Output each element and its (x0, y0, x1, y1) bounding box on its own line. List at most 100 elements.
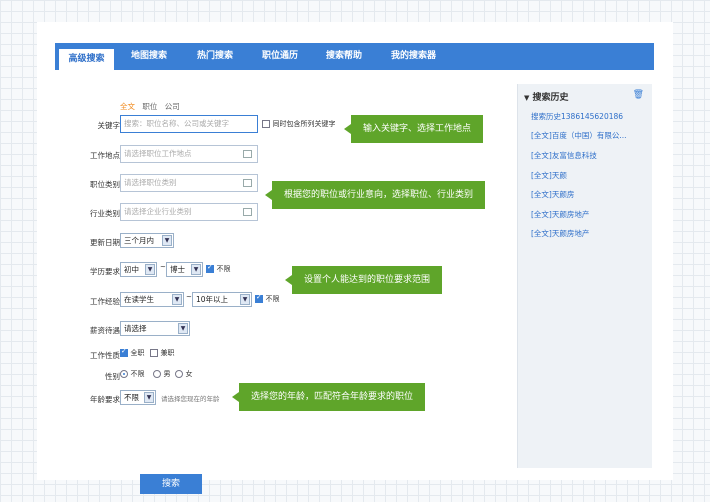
tab-my-searcher[interactable]: 我的搜索器 (391, 43, 436, 70)
keyword-option-checkbox[interactable] (262, 120, 270, 128)
tab-bar: 高级搜索 地图搜索 热门搜索 职位通历 搜索帮助 我的搜索器 (55, 43, 654, 70)
history-item[interactable]: [全文]天颜房地产 (531, 209, 589, 220)
scope-selector: 全文 职位 公司 (120, 101, 180, 112)
gender-female-radio[interactable] (175, 370, 183, 378)
row-location: 工作地点 请选择职位工作地点 (55, 145, 535, 165)
history-item[interactable]: [全文]天颜房 (531, 189, 574, 200)
search-card: 高级搜索 地图搜索 热门搜索 职位通历 搜索帮助 我的搜索器 全文 职位 公司 … (37, 22, 673, 494)
gender-female[interactable]: 女 (175, 369, 193, 379)
scope-position[interactable]: 职位 (142, 102, 157, 111)
edu-from-value: 初中 (124, 265, 139, 274)
tip-requirements-range: 设置个人能达到的职位要求范围 (284, 266, 443, 294)
update-select[interactable]: 三个月内 ▼ (120, 233, 174, 248)
chevron-down-icon: ▼ (172, 294, 182, 305)
history-item[interactable]: 搜索历史1386145620186 (531, 111, 623, 122)
row-update-date: 更新日期 三个月内 ▼ (55, 232, 535, 252)
salary-select[interactable]: 请选择 ▼ (120, 321, 190, 336)
edu-label: 学历要求 (90, 267, 120, 276)
tab-search-help[interactable]: 搜索帮助 (326, 43, 362, 70)
location-label: 工作地点 (90, 151, 120, 160)
update-label: 更新日期 (90, 238, 120, 247)
nature-full[interactable]: 全职 (120, 347, 145, 358)
exp-from-value: 在读学生 (124, 295, 154, 304)
gender-male[interactable]: 男 (153, 369, 171, 379)
row-experience: 工作经验 在读学生 ▼ ~ 10年以上 ▼ 不限 (55, 291, 535, 311)
nature-full-checkbox[interactable] (120, 347, 128, 357)
gender-male-radio[interactable] (153, 370, 161, 378)
chevron-down-icon: ▼ (145, 264, 155, 275)
gender-label: 性别 (105, 372, 120, 381)
gender-female-label: 女 (185, 370, 193, 378)
search-button[interactable]: 搜索 (140, 474, 202, 494)
edu-to-select[interactable]: 博士 ▼ (166, 262, 203, 277)
edu-from-select[interactable]: 初中 ▼ (120, 262, 157, 277)
age-label: 年龄要求 (90, 395, 120, 404)
history-item[interactable]: [全文]天颜房地产 (531, 228, 589, 239)
update-value: 三个月内 (124, 236, 154, 245)
history-title: 搜索历史 (532, 93, 569, 103)
exp-unlimited-checkbox[interactable] (255, 293, 263, 303)
salary-label: 薪资待遇 (90, 326, 120, 335)
age-hint: 请选择您现在的年龄 (161, 395, 220, 403)
age-select[interactable]: 不限 ▼ (120, 390, 156, 405)
tab-advanced-search[interactable]: 高级搜索 (59, 49, 114, 70)
tab-position-history[interactable]: 职位通历 (262, 43, 298, 70)
tab-hot-search[interactable]: 热门搜索 (197, 43, 233, 70)
trash-icon[interactable]: 🗑 (633, 90, 644, 100)
age-value: 不限 (124, 393, 139, 402)
chevron-down-icon: ▼ (240, 294, 250, 305)
keyword-input[interactable]: 搜索：职位名称、公司或关键字 (120, 115, 258, 133)
exp-unlimited[interactable]: 不限 (255, 293, 280, 304)
history-item[interactable]: [全文]百度（中国）有限公... (531, 130, 627, 141)
edu-unlimited-checkbox[interactable] (206, 263, 214, 273)
edu-unlimited[interactable]: 不限 (206, 263, 231, 274)
row-salary: 薪资待遇 请选择 ▼ (55, 320, 535, 340)
industry-picker-icon[interactable] (243, 208, 252, 216)
category-label: 职位类别 (90, 180, 120, 189)
chevron-down-icon: ▼ (144, 392, 154, 403)
edu-to-value: 博士 (170, 265, 185, 274)
tip-keyword-location: 输入关键字、选择工作地点 (343, 115, 484, 143)
salary-value: 请选择 (124, 324, 147, 333)
search-history-panel: ▼ 搜索历史 🗑 搜索历史1386145620186 [全文]百度（中国）有限公… (517, 84, 652, 468)
edu-separator: ~ (160, 263, 166, 271)
chevron-down-icon: ▼ (162, 235, 172, 246)
exp-to-value: 10年以上 (196, 295, 229, 304)
location-picker-icon[interactable] (243, 150, 252, 158)
category-picker-icon[interactable] (243, 179, 252, 187)
nature-part[interactable]: 兼职 (150, 348, 175, 358)
scope-company[interactable]: 公司 (165, 102, 180, 111)
gender-any-label: 不限 (130, 370, 145, 378)
industry-placeholder: 请选择企业行业类别 (124, 207, 192, 216)
chevron-down-icon: ▼ (178, 323, 188, 334)
nature-part-label: 兼职 (160, 349, 175, 357)
row-nature: 工作性质 全职 兼职 (55, 345, 535, 365)
tip-category-industry: 根据您的职位或行业意向，选择职位、行业类别 (264, 181, 486, 209)
history-item[interactable]: [全文]天颜 (531, 170, 567, 181)
gender-any-radio[interactable] (120, 370, 128, 378)
category-placeholder: 请选择职位类别 (124, 178, 177, 187)
nature-part-checkbox[interactable] (150, 349, 158, 357)
location-input[interactable]: 请选择职位工作地点 (120, 145, 258, 163)
gender-any[interactable]: 不限 (120, 369, 145, 379)
exp-unlimited-label: 不限 (265, 295, 280, 303)
exp-label: 工作经验 (90, 297, 120, 306)
tab-map-search[interactable]: 地图搜索 (131, 43, 167, 70)
exp-from-select[interactable]: 在读学生 ▼ (120, 292, 184, 307)
nature-label: 工作性质 (90, 351, 120, 360)
industry-input[interactable]: 请选择企业行业类别 (120, 203, 258, 221)
keyword-option[interactable]: 同时包含所列关键字 (262, 119, 336, 129)
keyword-option-label: 同时包含所列关键字 (272, 120, 336, 128)
edu-unlimited-label: 不限 (216, 265, 231, 273)
category-input[interactable]: 请选择职位类别 (120, 174, 258, 192)
scope-all[interactable]: 全文 (120, 102, 135, 111)
caret-down-icon: ▼ (524, 94, 530, 102)
tip-age-match: 选择您的年龄，匹配符合年龄要求的职位 (231, 383, 426, 411)
history-header: ▼ 搜索历史 (524, 90, 569, 103)
keyword-label: 关键字 (97, 121, 121, 130)
chevron-down-icon: ▼ (191, 264, 201, 275)
exp-to-select[interactable]: 10年以上 ▼ (192, 292, 252, 307)
history-item[interactable]: [全文]友富信息科技 (531, 150, 597, 161)
gender-male-label: 男 (163, 370, 171, 378)
location-placeholder: 请选择职位工作地点 (124, 149, 192, 158)
